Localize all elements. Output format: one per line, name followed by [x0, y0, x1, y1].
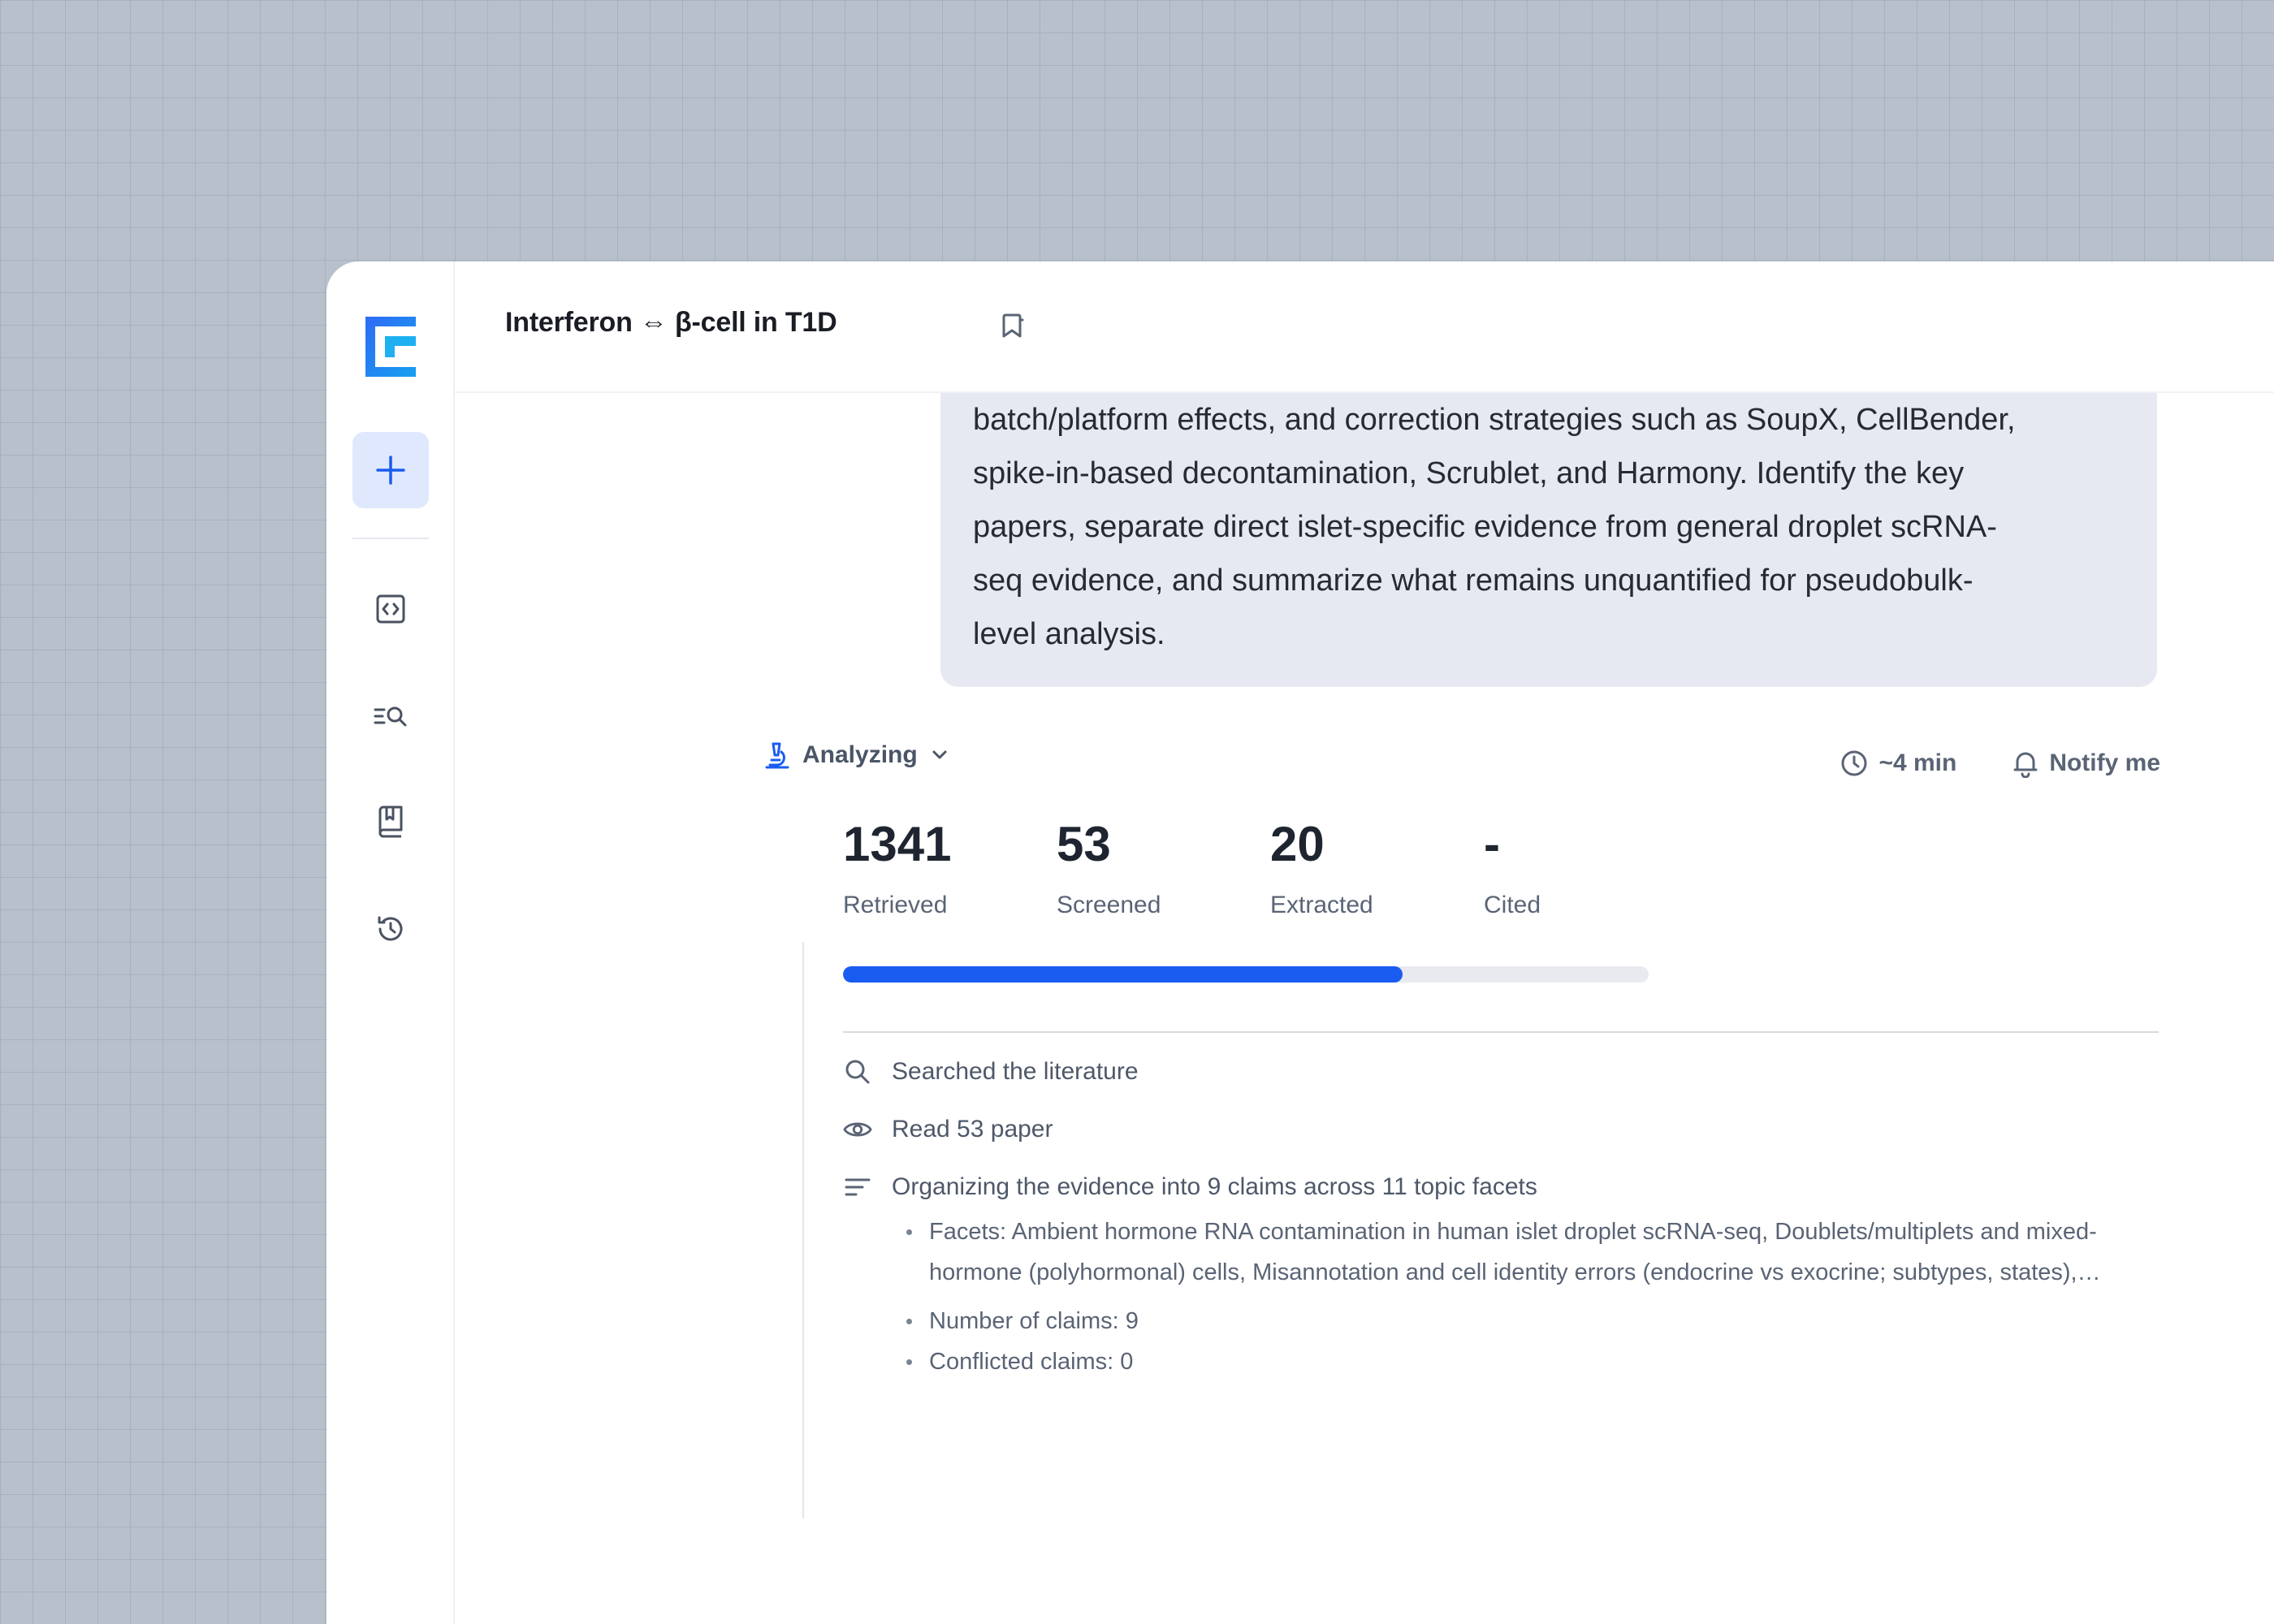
app-window: Interferon ⇔ β-cell in T1D batch/platfor…: [326, 261, 2274, 1624]
clock-icon: [1841, 750, 1867, 776]
stat-label: Screened: [1057, 892, 1161, 918]
step-text: Organizing the evidence into 9 claims ac…: [892, 1173, 1537, 1200]
sidebar-divider: [352, 538, 429, 539]
stat-label: Retrieved: [843, 892, 948, 918]
step-read: Read 53 paper: [843, 1115, 1053, 1144]
stat-value: 53: [1057, 817, 1111, 871]
step-text: Read 53 paper: [892, 1116, 1053, 1142]
stat-value: 1341: [843, 817, 952, 871]
sidebar: [326, 261, 455, 1624]
history-icon: [378, 916, 403, 941]
detail-facets: Facets: Ambient hormone RNA contaminatio…: [905, 1212, 2155, 1293]
code-icon: [376, 594, 405, 624]
stat-label: Extracted: [1270, 892, 1373, 918]
sidebar-item-library[interactable]: [366, 797, 415, 846]
step-organizing: Organizing the evidence into 9 claims ac…: [843, 1173, 1537, 1202]
notify-label: Notify me: [2049, 749, 2160, 776]
stat-label: Cited: [1484, 892, 1541, 918]
prompt-line: spike-in-based decontamination, Scrublet…: [973, 456, 1965, 490]
stat-screened: 53 Screened: [1057, 820, 1161, 919]
analysis-status-toggle[interactable]: Analyzing: [763, 741, 950, 770]
sidebar-item-search[interactable]: [366, 692, 415, 741]
section-divider: [843, 1031, 2159, 1033]
chevron-down-icon: [932, 750, 947, 759]
eta-text: ~4 min: [1878, 749, 1957, 776]
organizing-details: Facets: Ambient hormone RNA contaminatio…: [905, 1212, 2155, 1390]
detail-conflicts: Conflicted claims: 0: [905, 1341, 2155, 1382]
detail-text: Conflicted claims: 0: [929, 1349, 1134, 1375]
page-title: Interferon ⇔ β-cell in T1D: [505, 307, 837, 338]
microscope-icon: [765, 742, 789, 769]
conversation-area: batch/platform effects, and correction s…: [455, 393, 2274, 1624]
bookmark-icon[interactable]: [999, 310, 1027, 341]
stat-extracted: 20 Extracted: [1270, 820, 1373, 919]
detail-claims: Number of claims: 9: [905, 1301, 2155, 1341]
stat-retrieved: 1341 Retrieved: [843, 820, 951, 919]
timeline-line: [802, 942, 804, 1518]
list-search-icon: [374, 706, 407, 727]
stat-value: -: [1484, 817, 1500, 871]
progress-bar: [843, 966, 1649, 983]
user-prompt-bubble: batch/platform effects, and correction s…: [940, 393, 2157, 687]
eye-icon: [843, 1122, 872, 1137]
status-meta: ~4 min Notify me: [1840, 749, 2160, 778]
stat-value: 20: [1270, 817, 1325, 871]
app-logo: [365, 317, 416, 377]
list-icon: [845, 1178, 871, 1196]
notify-button[interactable]: Notify me: [2012, 749, 2160, 778]
progress-fill: [843, 966, 1403, 983]
status-label: Analyzing: [802, 741, 918, 768]
search-icon: [845, 1060, 870, 1084]
step-searched: Searched the literature: [843, 1057, 1139, 1086]
eta-indicator: ~4 min: [1840, 749, 1956, 778]
prompt-line: papers, separate direct islet-specific e…: [973, 510, 1997, 544]
prompt-line: level analysis.: [973, 617, 1165, 651]
sidebar-item-code[interactable]: [366, 585, 415, 633]
new-query-button[interactable]: [352, 432, 429, 508]
sidebar-item-history[interactable]: [366, 905, 415, 953]
step-text: Searched the literature: [892, 1058, 1139, 1085]
bell-icon: [2013, 752, 2038, 778]
top-header: Interferon ⇔ β-cell in T1D: [455, 261, 2274, 393]
plus-icon: [376, 456, 405, 485]
detail-text: Number of claims: 9: [929, 1308, 1139, 1334]
prompt-line: batch/platform effects, and correction s…: [973, 403, 2016, 437]
stat-cited: - Cited: [1484, 820, 1541, 919]
book-icon: [378, 806, 403, 838]
detail-text: Facets: Ambient hormone RNA contaminatio…: [929, 1219, 2097, 1285]
prompt-line: seq evidence, and summarize what remains…: [973, 564, 1974, 598]
